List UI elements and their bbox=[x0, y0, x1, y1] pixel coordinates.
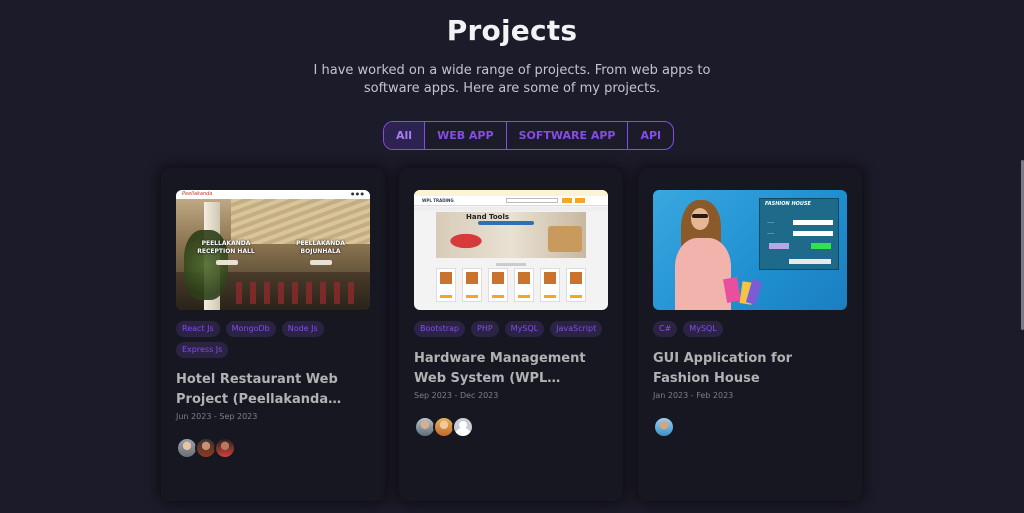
tag-list: React Js MongoDb Node Js Express Js bbox=[176, 321, 370, 358]
tag: JavaScript bbox=[550, 321, 603, 337]
thumbnail-button bbox=[575, 198, 585, 203]
tab-api[interactable]: API bbox=[628, 122, 673, 149]
thumbnail-product bbox=[566, 268, 586, 302]
avatar bbox=[452, 416, 474, 438]
thumbnail-product bbox=[514, 268, 534, 302]
project-title: Hardware Management Web System (WPL Trad… bbox=[414, 351, 586, 386]
thumbnail-tool-image bbox=[442, 230, 490, 252]
thumbnail-banner-title: Hand Tools bbox=[466, 213, 510, 221]
thumbnail-menu: ● ● ● bbox=[350, 191, 364, 196]
tag: Node Js bbox=[281, 321, 324, 337]
thumbnail-product bbox=[436, 268, 456, 302]
tag: MySQL bbox=[504, 321, 545, 337]
tag: Express Js bbox=[176, 342, 229, 358]
thumbnail-site-header: Peellakanda ● ● ● bbox=[176, 190, 370, 199]
thumbnail-field-label: —— bbox=[767, 231, 774, 235]
thumbnail-banner-pill bbox=[478, 221, 534, 225]
member-avatars bbox=[653, 416, 847, 438]
tab-web-app[interactable]: WEB APP bbox=[425, 122, 507, 149]
avatar bbox=[653, 416, 675, 438]
project-date: Jan 2023 - Feb 2023 bbox=[653, 391, 734, 400]
thumbnail-field-input bbox=[793, 220, 833, 225]
thumbnail-product bbox=[462, 268, 482, 302]
thumbnail-shopping-bag bbox=[723, 276, 741, 304]
thumbnail-button bbox=[769, 243, 789, 249]
project-thumbnail: Peellakanda ● ● ● PEELLAKANDA RECEPTION … bbox=[176, 190, 370, 310]
section-description: I have worked on a wide range of project… bbox=[313, 63, 711, 96]
tab-all[interactable]: All bbox=[384, 122, 426, 149]
thumbnail-field-label: —— bbox=[767, 220, 774, 224]
thumbnail-chairs bbox=[236, 282, 356, 304]
thumbnail-ceiling bbox=[231, 199, 370, 244]
member-avatars bbox=[414, 416, 608, 438]
project-date: Sep 2023 - Dec 2023 bbox=[414, 391, 499, 400]
project-card-hardware-management[interactable]: WPL TRADING Hand Tools Bootstrap PHP MyS… bbox=[399, 168, 623, 501]
project-date: Jun 2023 - Sep 2023 bbox=[176, 412, 258, 421]
tag: React Js bbox=[176, 321, 220, 337]
tag: MongoDb bbox=[225, 321, 276, 337]
project-thumbnail: FASHION HOUSE —— —— bbox=[653, 190, 847, 310]
member-avatars bbox=[176, 437, 370, 459]
thumbnail-product bbox=[488, 268, 508, 302]
project-title: GUI Application for Fashion House bbox=[653, 351, 793, 386]
project-title: Hotel Restaurant Web Project (Peellakand… bbox=[176, 372, 338, 407]
section-title: Projects bbox=[446, 14, 578, 47]
thumbnail-button bbox=[216, 260, 238, 265]
thumbnail-menu bbox=[414, 207, 608, 211]
tab-software-app[interactable]: SOFTWARE APP bbox=[507, 122, 629, 149]
project-card-fashion-house[interactable]: FASHION HOUSE —— —— C# MySQL GUI Applica… bbox=[638, 168, 862, 501]
thumbnail-sunglasses bbox=[692, 214, 708, 218]
thumbnail-product bbox=[540, 268, 560, 302]
thumbnail-button bbox=[562, 198, 572, 203]
thumbnail-brand: WPL TRADING bbox=[422, 198, 454, 203]
thumbnail-section-heading bbox=[496, 263, 526, 266]
thumbnail-window-title: FASHION HOUSE bbox=[765, 201, 811, 207]
tag: MySQL bbox=[683, 321, 723, 337]
thumbnail-button bbox=[310, 260, 332, 265]
thumbnail-label-bojunhala: PEELLAKANDA BOJUNHALA bbox=[296, 240, 345, 255]
tag-list: C# MySQL bbox=[653, 321, 847, 337]
avatar bbox=[214, 437, 236, 459]
thumbnail-button bbox=[811, 243, 831, 249]
project-filter-tabs: All WEB APP SOFTWARE APP API bbox=[383, 121, 675, 150]
thumbnail-field-input bbox=[793, 231, 833, 236]
project-card-hotel-restaurant[interactable]: Peellakanda ● ● ● PEELLAKANDA RECEPTION … bbox=[161, 168, 385, 501]
thumbnail-search bbox=[506, 198, 558, 203]
tag: PHP bbox=[471, 321, 499, 337]
tag-list: Bootstrap PHP MySQL JavaScript bbox=[414, 321, 608, 337]
thumbnail-button bbox=[789, 259, 831, 264]
thumbnail-label-reception: PEELLAKANDA RECEPTION HALL bbox=[197, 240, 255, 255]
project-thumbnail: WPL TRADING Hand Tools bbox=[414, 190, 608, 310]
thumbnail-person-face bbox=[691, 208, 709, 230]
thumbnail-toolbox-image bbox=[548, 226, 582, 252]
tag: C# bbox=[653, 321, 678, 337]
tag: Bootstrap bbox=[414, 321, 465, 337]
thumbnail-person-body bbox=[675, 238, 731, 310]
thumbnail-logo: Peellakanda bbox=[182, 191, 213, 197]
